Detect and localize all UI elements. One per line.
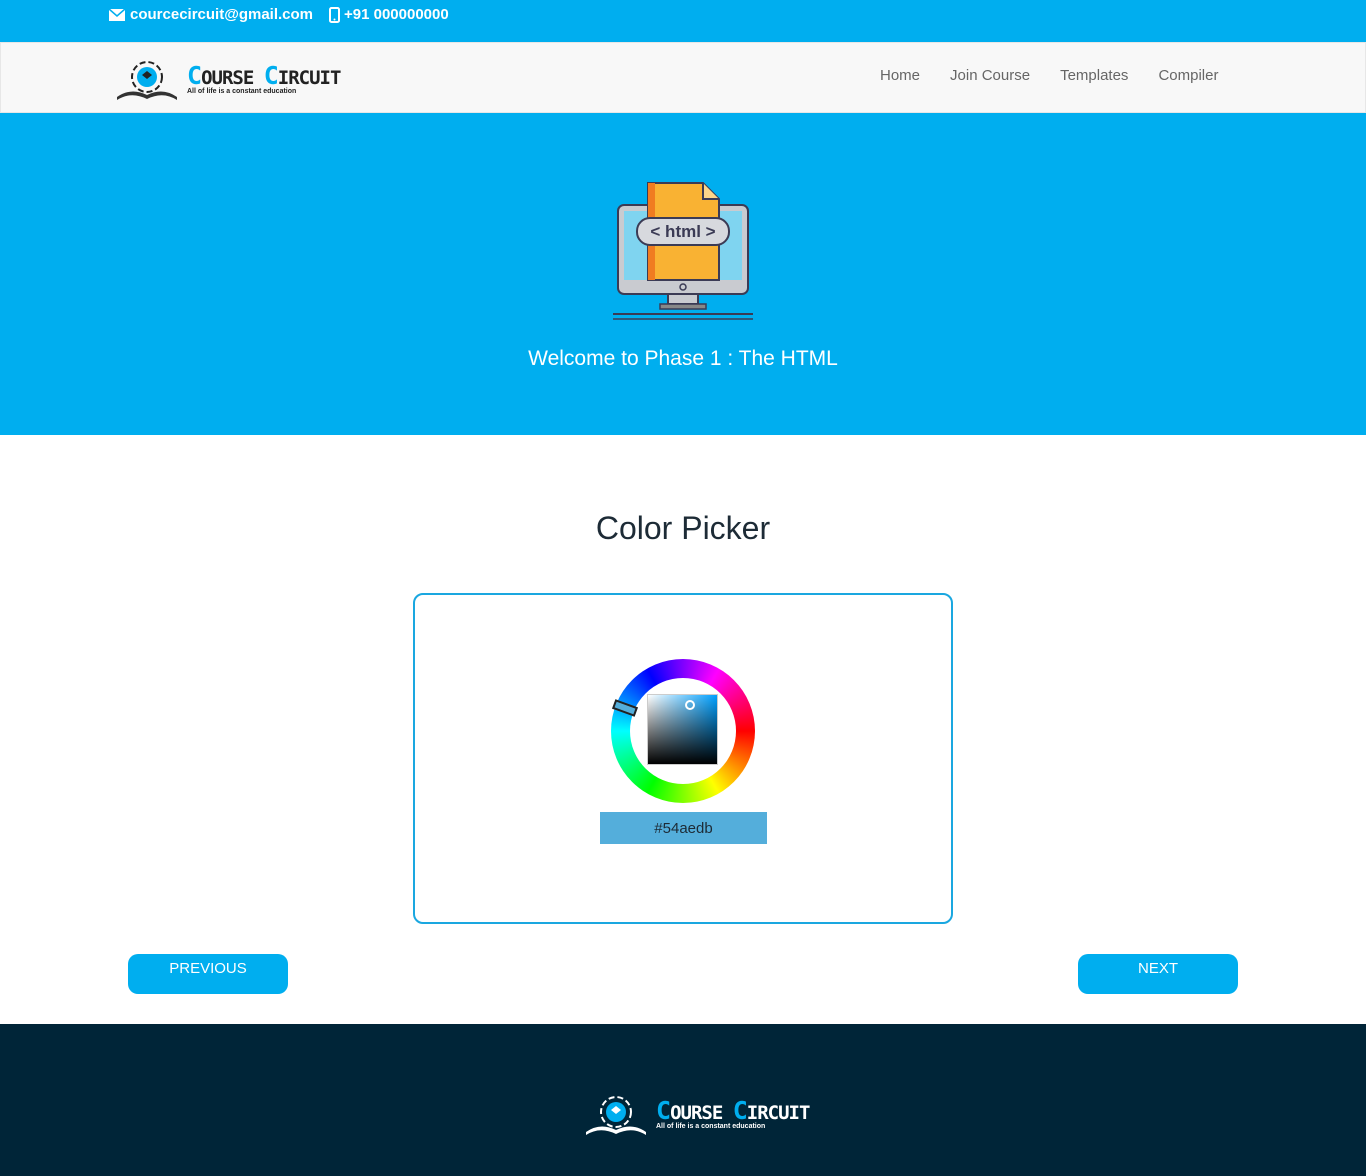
main-navbar: COURSE CIRCUIT All of life is a constant… xyxy=(0,42,1366,113)
nav-links: Home Join Course Templates Compiler xyxy=(880,67,1248,84)
nav-join-course[interactable]: Join Course xyxy=(950,67,1030,84)
previous-button[interactable]: PREVIOUS xyxy=(128,954,288,994)
footer-brand-name: COURSE CIRCUIT xyxy=(656,1096,810,1125)
header-logo[interactable]: COURSE CIRCUIT All of life is a constant… xyxy=(113,57,341,101)
mobile-phone-icon xyxy=(329,6,340,23)
html-badge-text: < html > xyxy=(650,222,715,241)
hero-title: Welcome to Phase 1 : The HTML xyxy=(528,347,838,370)
phone-contact[interactable]: +91 000000000 xyxy=(329,6,449,23)
footer-logo[interactable]: COURSE CIRCUIT All of life is a constant… xyxy=(582,1092,810,1136)
page-title: Color Picker xyxy=(595,510,771,546)
nav-home[interactable]: Home xyxy=(880,67,920,84)
email-text: courcecircuit@gmail.com xyxy=(130,6,314,23)
book-logo-icon xyxy=(117,61,177,100)
email-contact[interactable]: courcecircuit@gmail.com xyxy=(108,6,313,23)
nav-templates[interactable]: Templates xyxy=(1060,67,1128,84)
brand-text: COURSE CIRCUIT All of life is a constant… xyxy=(187,61,341,95)
top-contact-bar: courcecircuit@gmail.com +91 000000000 xyxy=(0,0,1366,42)
next-button[interactable]: NEXT xyxy=(1078,954,1238,994)
saturation-value-square[interactable] xyxy=(647,694,718,765)
footer-brand-tagline: All of life is a constant education xyxy=(656,1123,766,1130)
saturation-value-handle[interactable] xyxy=(685,700,695,710)
hero-banner: < html > Welcome to Phase 1 : The HTML xyxy=(0,113,1366,435)
brand-tagline: All of life is a constant education xyxy=(187,88,297,95)
nav-compiler[interactable]: Compiler xyxy=(1158,67,1218,84)
footer-brand-text: COURSE CIRCUIT All of life is a constant… xyxy=(656,1096,810,1130)
html-monitor-illustration: < html > xyxy=(613,182,753,320)
brand-name: COURSE CIRCUIT xyxy=(187,61,341,90)
phone-text: +91 000000000 xyxy=(344,6,449,23)
envelope-icon xyxy=(108,7,126,21)
book-logo-icon xyxy=(586,1096,646,1135)
hex-color-input[interactable] xyxy=(600,812,767,844)
footer: COURSE CIRCUIT All of life is a constant… xyxy=(0,1024,1366,1176)
